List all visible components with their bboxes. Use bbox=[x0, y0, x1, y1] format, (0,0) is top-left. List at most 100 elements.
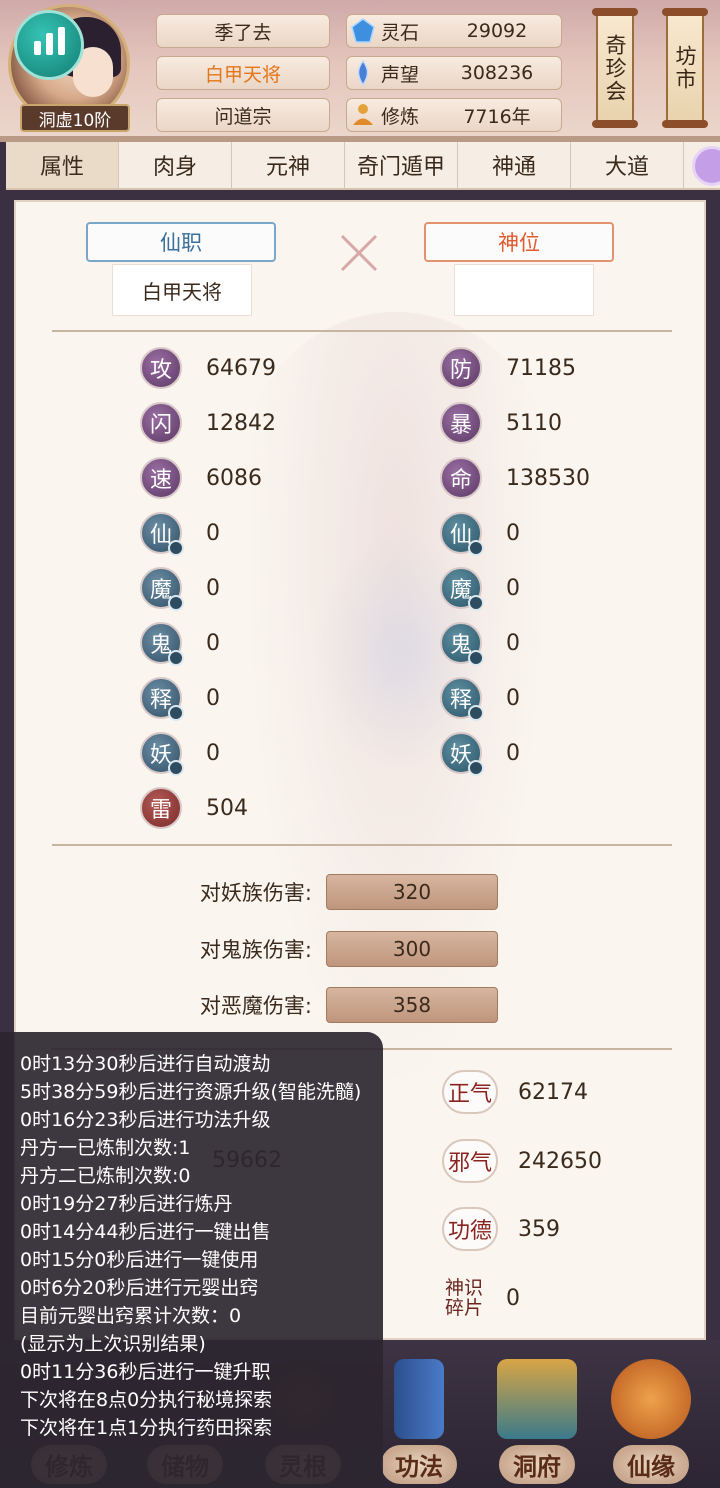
treasure-fair-button[interactable]: 奇珍会 bbox=[592, 8, 638, 128]
defense-type-icon bbox=[468, 595, 484, 611]
stat-buddha-defense: 释 0 bbox=[440, 676, 520, 721]
player-sect: 问道宗 bbox=[156, 98, 330, 132]
damage-value-box: 300 bbox=[326, 931, 498, 967]
stat-monster-attack: 妖 0 bbox=[140, 731, 220, 776]
attack-type-icon bbox=[168, 540, 184, 556]
nav-cave-dwelling[interactable]: 洞府 bbox=[482, 1350, 592, 1484]
resource-reputation: 声望 308236 bbox=[346, 56, 562, 90]
log-line: 0时13分30秒后进行自动渡劫 bbox=[20, 1053, 271, 1075]
log-line: 0时6分20秒后进行元婴出窍 bbox=[20, 1277, 259, 1299]
stat-ghost-attack: 鬼 0 bbox=[140, 621, 220, 666]
gourd-icon bbox=[611, 1359, 691, 1439]
stat-immortal-attack: 仙 0 bbox=[140, 511, 220, 556]
log-line: 丹方一已炼制次数:1 bbox=[20, 1137, 191, 1159]
damage-value-box: 320 bbox=[326, 874, 498, 910]
defense-type-icon bbox=[468, 705, 484, 721]
shenwei-value bbox=[454, 264, 594, 316]
stat-demon-attack: 魔 0 bbox=[140, 566, 220, 611]
tab-attributes[interactable]: 属性 bbox=[6, 142, 119, 188]
attr-merit: 功德 359 bbox=[442, 1203, 560, 1255]
evil-qi-label: 邪气 bbox=[442, 1139, 499, 1183]
attack-type-icon bbox=[168, 705, 184, 721]
stat-hp: 命 138530 bbox=[440, 456, 590, 500]
log-line: 下次将在8点0分执行秘境探索 bbox=[20, 1389, 273, 1411]
spirit-fragments-label: 神识碎片 bbox=[444, 1277, 483, 1319]
immortal-defense-badge: 仙 bbox=[440, 512, 484, 556]
log-line: 5时38分59秒后进行资源升级(智能洗髓) bbox=[20, 1081, 362, 1103]
log-line: (显示为上次识别结果) bbox=[20, 1333, 206, 1355]
defense-type-icon bbox=[468, 540, 484, 556]
automation-log-overlay: 0时13分30秒后进行自动渡劫 5时38分59秒后进行资源升级(智能洗髓) 0时… bbox=[0, 1032, 383, 1488]
cultivation-icon bbox=[349, 101, 377, 129]
reputation-value: 308236 bbox=[460, 62, 534, 84]
stat-demon-defense: 魔 0 bbox=[440, 566, 520, 611]
technique-book-icon bbox=[394, 1359, 444, 1439]
log-line: 0时11分36秒后进行一键升职 bbox=[20, 1361, 271, 1383]
damage-vs-demons: 对恶魔伤害: 358 bbox=[176, 985, 498, 1025]
log-line: 0时19分27秒后进行炼丹 bbox=[20, 1193, 233, 1215]
resource-cultivation: 修炼 7716年 bbox=[346, 98, 562, 132]
tab-more-icon[interactable] bbox=[692, 146, 720, 186]
attack-type-icon bbox=[168, 760, 184, 776]
stat-ghost-defense: 鬼 0 bbox=[440, 621, 520, 666]
log-line: 0时14分44秒后进行一键出售 bbox=[20, 1221, 271, 1243]
attack-type-icon bbox=[168, 595, 184, 611]
attr-spirit-fragments: 神识碎片 0 bbox=[442, 1272, 520, 1324]
monster-defense-badge: 妖 bbox=[440, 732, 484, 776]
log-line: 目前元婴出窍累计次数：0 bbox=[20, 1305, 242, 1327]
stat-thunder: 雷 504 bbox=[140, 786, 248, 830]
cave-dwelling-icon bbox=[497, 1359, 577, 1439]
righteous-qi-label: 正气 bbox=[442, 1070, 499, 1114]
damage-vs-ghosts: 对鬼族伤害: 300 bbox=[176, 929, 498, 969]
xianzhi-label: 仙职 bbox=[86, 222, 276, 262]
attr-righteous-qi: 正气 62174 bbox=[442, 1066, 588, 1118]
damage-value-box: 358 bbox=[326, 987, 498, 1023]
hp-badge: 命 bbox=[440, 457, 482, 499]
tab-qimen[interactable]: 奇门遁甲 bbox=[345, 142, 458, 188]
stat-attack: 攻 64679 bbox=[140, 346, 276, 390]
log-line: 0时15分0秒后进行一键使用 bbox=[20, 1249, 259, 1271]
demon-attack-badge: 魔 bbox=[140, 567, 184, 611]
damage-vs-monsters: 对妖族伤害: 320 bbox=[176, 872, 498, 912]
log-line: 0时16分23秒后进行功法升级 bbox=[20, 1109, 271, 1131]
top-header: 洞虚10阶 季了去 白甲天将 问道宗 灵石 29092 声望 308236 修炼… bbox=[0, 0, 720, 142]
dodge-badge: 闪 bbox=[140, 402, 182, 444]
log-line: 丹方二已炼制次数:0 bbox=[20, 1165, 191, 1187]
market-button[interactable]: 坊市 bbox=[662, 8, 708, 128]
player-title: 白甲天将 bbox=[156, 56, 330, 90]
shenwei-label: 神位 bbox=[424, 222, 614, 262]
tab-spirit[interactable]: 元神 bbox=[232, 142, 345, 188]
cultivation-rank-badge: 洞虚10阶 bbox=[20, 104, 130, 132]
demon-defense-badge: 魔 bbox=[440, 567, 484, 611]
attack-badge: 攻 bbox=[140, 347, 182, 389]
xianzhi-value: 白甲天将 bbox=[112, 264, 252, 316]
defense-type-icon bbox=[468, 760, 484, 776]
divider-middle bbox=[52, 844, 672, 846]
buddha-attack-badge: 释 bbox=[140, 677, 184, 721]
merit-label: 功德 bbox=[442, 1207, 499, 1251]
divider-top bbox=[52, 330, 672, 332]
buddha-defense-badge: 释 bbox=[440, 677, 484, 721]
crossed-swords-icon bbox=[340, 234, 378, 272]
stat-monster-defense: 妖 0 bbox=[440, 731, 520, 776]
player-name: 季了去 bbox=[156, 14, 330, 48]
stats-chart-icon[interactable] bbox=[14, 10, 84, 80]
resource-spirit-stone: 灵石 29092 bbox=[346, 14, 562, 48]
ghost-defense-badge: 鬼 bbox=[440, 622, 484, 666]
spirit-stone-value: 29092 bbox=[466, 20, 528, 42]
defense-type-icon bbox=[468, 650, 484, 666]
reputation-icon bbox=[349, 59, 377, 87]
stat-dodge: 闪 12842 bbox=[140, 401, 276, 445]
stat-defense: 防 71185 bbox=[440, 346, 576, 390]
nav-fate[interactable]: 仙缘 bbox=[596, 1350, 706, 1484]
cultivation-value: 7716年 bbox=[463, 105, 531, 128]
tab-divine-skills[interactable]: 神通 bbox=[458, 142, 571, 188]
attribute-tabs: 属性 肉身 元神 奇门遁甲 神通 大道 bbox=[6, 142, 720, 190]
stat-speed: 速 6086 bbox=[140, 456, 262, 500]
tab-dao[interactable]: 大道 bbox=[571, 142, 684, 188]
immortal-attack-badge: 仙 bbox=[140, 512, 184, 556]
crit-badge: 暴 bbox=[440, 402, 482, 444]
spirit-stone-icon bbox=[349, 17, 377, 45]
tab-body[interactable]: 肉身 bbox=[119, 142, 232, 188]
stat-immortal-defense: 仙 0 bbox=[440, 511, 520, 556]
